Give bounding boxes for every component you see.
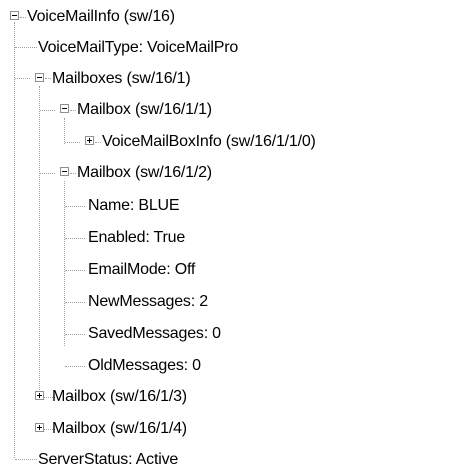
collapse-icon[interactable]	[35, 73, 44, 82]
tree-node-voicemailinfo[interactable]: VoiceMailInfo (sw/16)	[0, 5, 260, 29]
tree-node-mailbox-1[interactable]: Mailbox (sw/16/1/1)	[0, 98, 320, 122]
expand-icon[interactable]	[85, 136, 94, 145]
tree-leaf-newmessages[interactable]: NewMessages: 2	[0, 290, 300, 314]
tree-node-label: Mailbox (sw/16/1/2)	[77, 164, 212, 181]
tree-node-label: Enabled: True	[88, 229, 186, 246]
tree-node-label: ServerStatus: Active	[38, 451, 179, 468]
collapse-icon[interactable]	[60, 104, 69, 113]
collapse-icon[interactable]	[60, 167, 69, 176]
tree-node-label: OldMessages: 0	[88, 357, 201, 374]
collapse-icon[interactable]	[10, 11, 19, 20]
tree-leaf-serverstatus[interactable]: ServerStatus: Active	[0, 448, 260, 472]
tree-node-label: VoiceMailBoxInfo (sw/16/1/1/0)	[102, 133, 316, 150]
tree-node-label: NewMessages: 2	[88, 293, 208, 310]
tree-leaf-enabled[interactable]: Enabled: True	[0, 226, 300, 250]
tree-node-voicemailtype[interactable]: VoiceMailType: VoiceMailPro	[0, 36, 300, 60]
tree-node-label: Mailbox (sw/16/1/4)	[52, 420, 187, 437]
tree-node-voicemailboxinfo[interactable]: VoiceMailBoxInfo (sw/16/1/1/0)	[0, 130, 462, 154]
expand-icon[interactable]	[35, 391, 44, 400]
tree-node-label: EmailMode: Off	[88, 261, 196, 278]
tree-leaf-oldmessages[interactable]: OldMessages: 0	[0, 354, 300, 378]
tree-leaf-emailmode[interactable]: EmailMode: Off	[0, 258, 300, 282]
tree-leaf-name[interactable]: Name: BLUE	[0, 194, 300, 218]
tree-node-mailbox-3[interactable]: Mailbox (sw/16/1/3)	[0, 385, 320, 409]
tree-node-label: VoiceMailInfo (sw/16)	[27, 8, 175, 25]
voicemail-tree-view: VoiceMailInfo (sw/16) VoiceMailType: Voi…	[0, 0, 465, 475]
tree-leaf-savedmessages[interactable]: SavedMessages: 0	[0, 322, 300, 346]
tree-node-label: Mailbox (sw/16/1/3)	[52, 388, 187, 405]
tree-node-mailbox-4[interactable]: Mailbox (sw/16/1/4)	[0, 417, 320, 441]
expand-icon[interactable]	[35, 423, 44, 432]
tree-node-label: Name: BLUE	[88, 197, 180, 214]
tree-node-mailboxes[interactable]: Mailboxes (sw/16/1)	[0, 67, 300, 91]
tree-node-label: VoiceMailType: VoiceMailPro	[38, 39, 239, 56]
tree-node-label: Mailboxes (sw/16/1)	[52, 70, 191, 87]
tree-node-label: SavedMessages: 0	[88, 325, 221, 342]
tree-node-mailbox-2[interactable]: Mailbox (sw/16/1/2)	[0, 161, 320, 185]
tree-node-label: Mailbox (sw/16/1/1)	[77, 101, 212, 118]
